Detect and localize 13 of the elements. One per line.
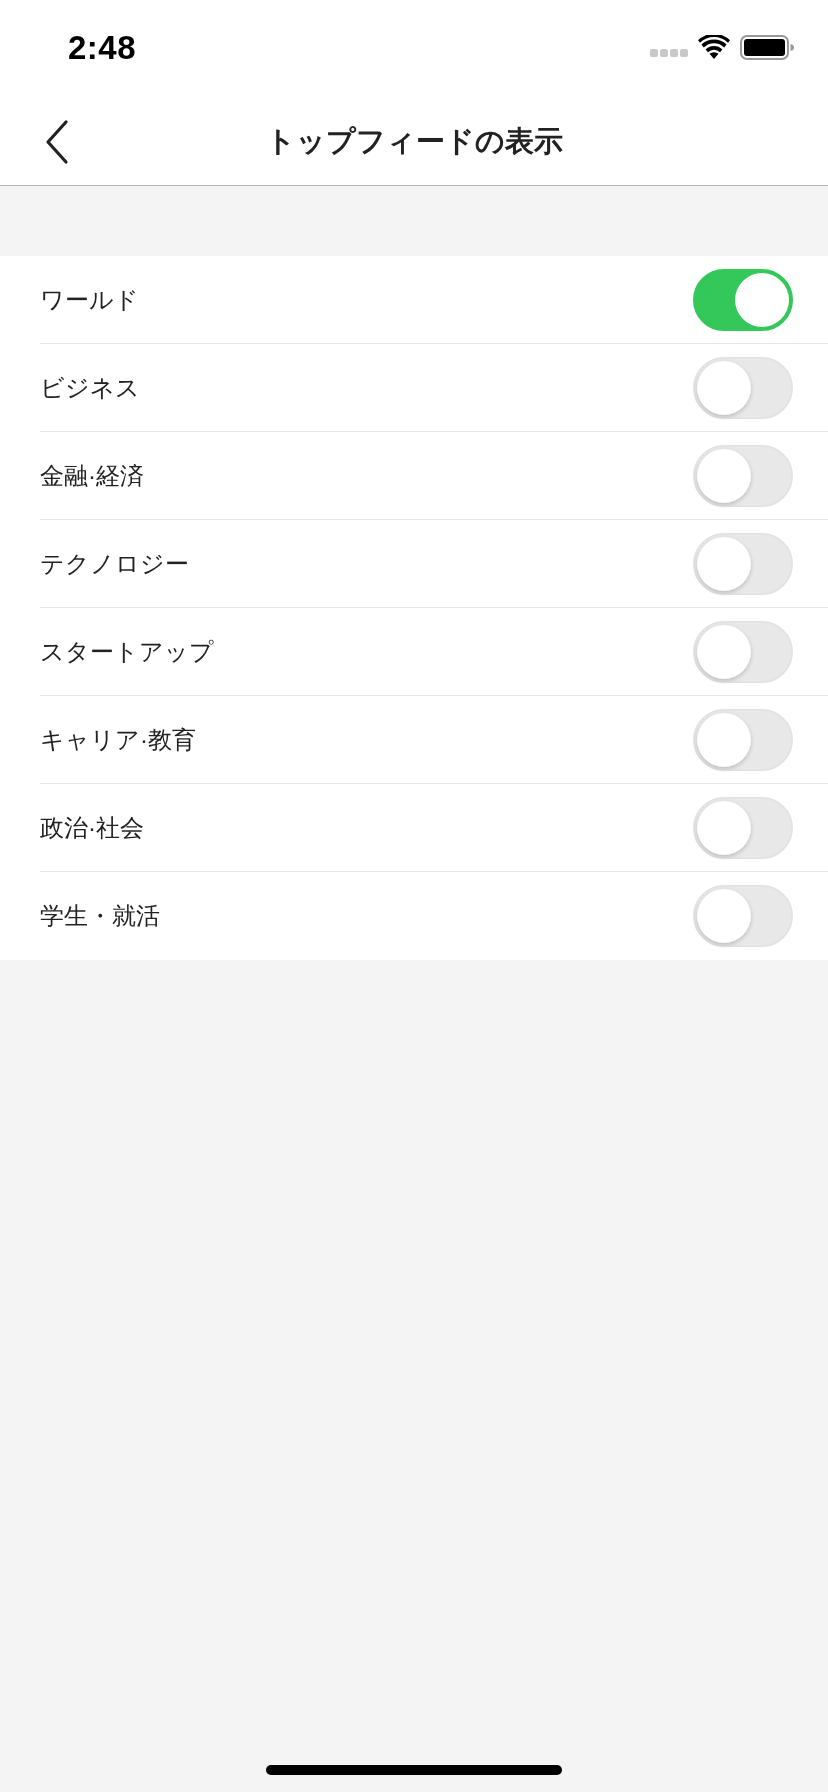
battery-icon (740, 34, 794, 60)
wifi-icon (698, 35, 730, 59)
setting-label: キャリア·教育 (40, 724, 197, 755)
setting-label: スタートアップ (40, 636, 215, 667)
setting-label: ワールド (40, 284, 140, 315)
setting-label: テクノロジー (40, 548, 190, 579)
setting-label: ビジネス (40, 372, 141, 403)
setting-label: 金融·経済 (40, 460, 145, 491)
nav-title: トップフィードの表示 (265, 123, 563, 159)
setting-label: 学生・就活 (40, 901, 161, 931)
setting-label: 政治·社会 (40, 812, 145, 843)
status-time: 2:48 (68, 29, 137, 67)
cellular-signal-icon (650, 49, 688, 57)
